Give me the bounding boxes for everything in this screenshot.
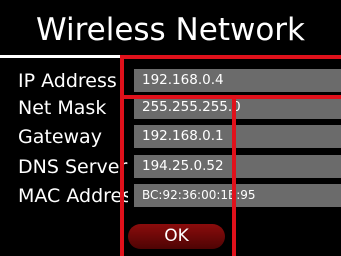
highlight-line-right xyxy=(232,99,236,256)
mac-address-field[interactable]: BC:92:36:00:1B:95 xyxy=(134,184,341,207)
ok-button[interactable]: OK xyxy=(128,224,225,249)
dns-server-field[interactable]: 194.25.0.52 xyxy=(134,155,341,178)
dns-server-label: DNS Server xyxy=(18,156,128,178)
gateway-field[interactable]: 192.168.0.1 xyxy=(134,125,341,148)
page-title: Wireless Network xyxy=(36,12,305,48)
highlight-frame xyxy=(120,55,341,99)
gateway-row: Gateway 192.168.0.1 xyxy=(0,124,341,150)
dns-server-row: DNS Server 194.25.0.52 xyxy=(0,154,341,180)
highlight-line-left xyxy=(120,99,124,256)
mac-address-label: MAC Address xyxy=(18,185,128,207)
net-mask-label: Net Mask xyxy=(18,97,107,119)
wireless-network-screen: Wireless Network IP Address 192.168.0.4 … xyxy=(0,0,341,256)
gateway-label: Gateway xyxy=(18,126,102,148)
ip-address-label: IP Address xyxy=(18,70,117,92)
net-mask-field[interactable]: 255.255.255.0 xyxy=(134,96,341,119)
mac-address-row: MAC Address BC:92:36:00:1B:95 xyxy=(0,183,341,209)
